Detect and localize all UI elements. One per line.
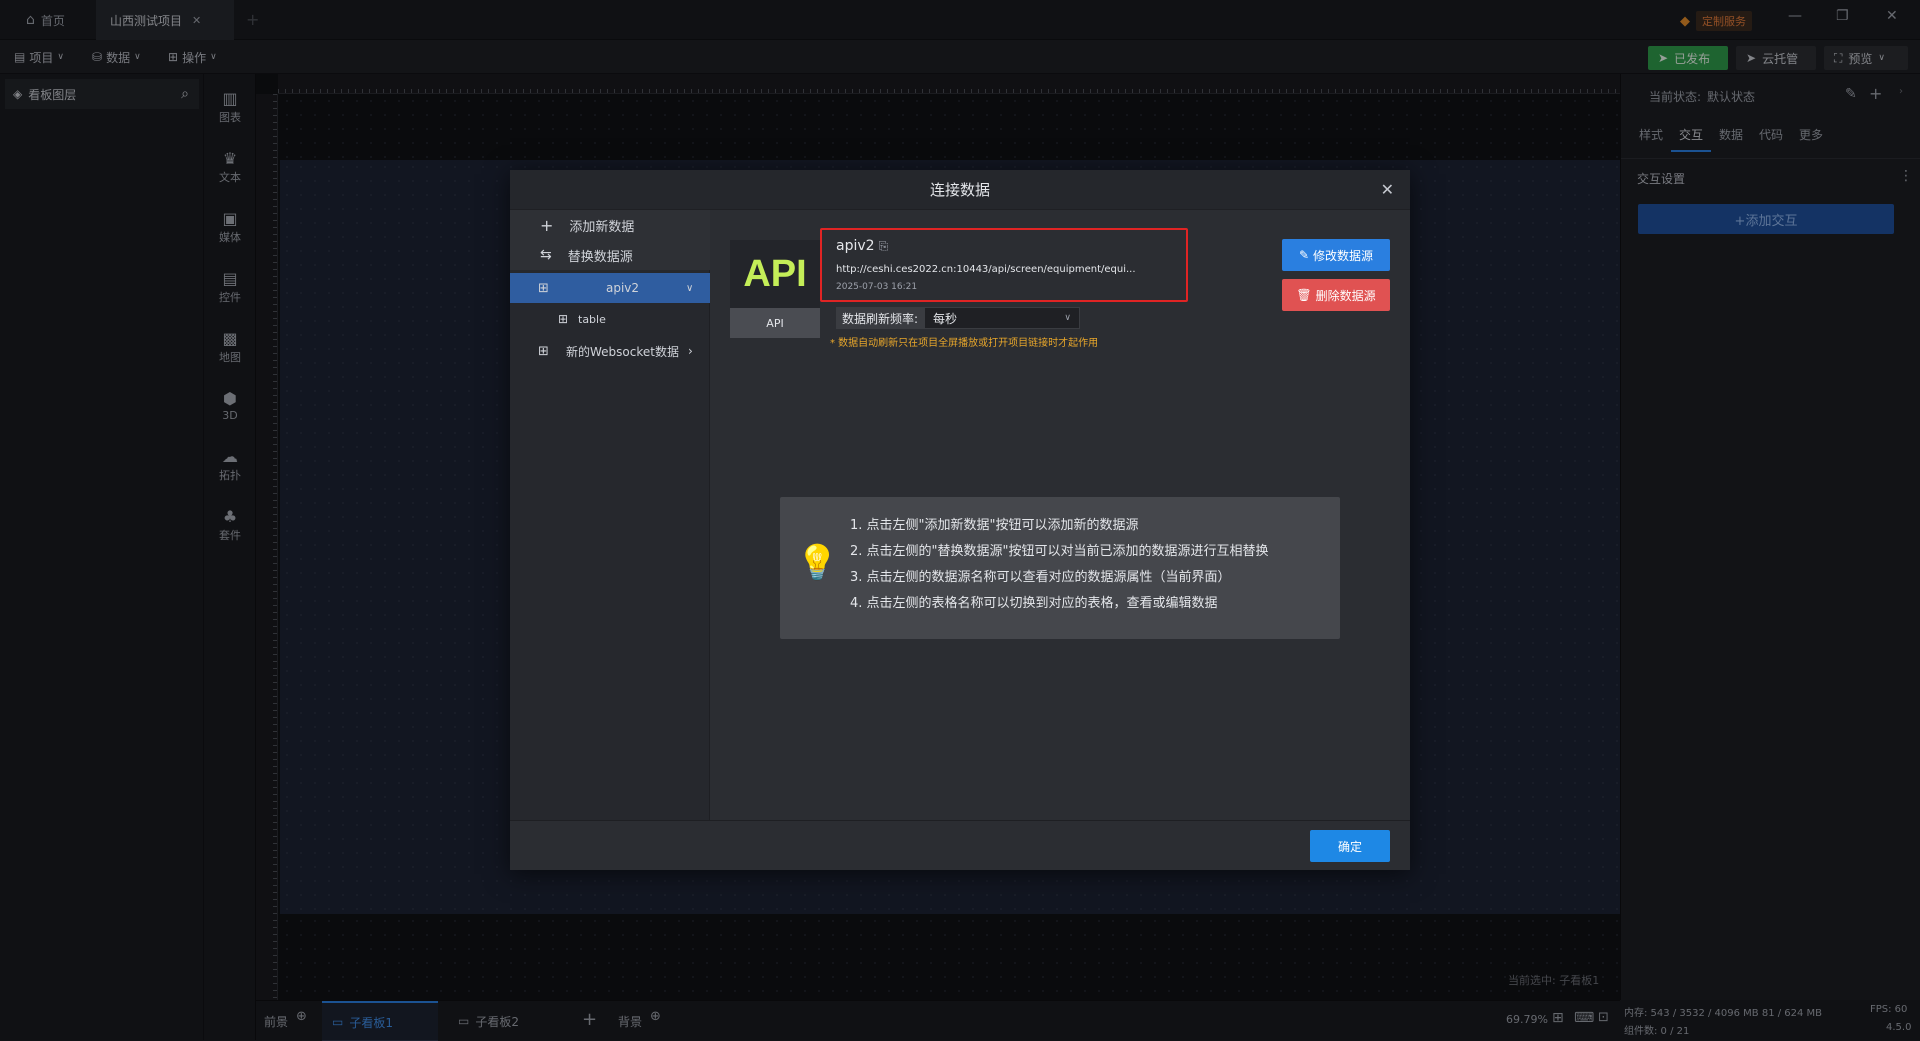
replace-source-button[interactable]: ⇆ 替换数据源 (510, 240, 710, 270)
pencil-icon: ✎ (1298, 248, 1310, 262)
api-type-label: API (766, 316, 784, 330)
edit-source-button[interactable]: ✎ 修改数据源 (1282, 239, 1390, 271)
close-icon[interactable]: ✕ (1381, 180, 1394, 199)
dialog-title: 连接数据 (929, 181, 990, 199)
plus-icon: + (540, 215, 554, 235)
tips-box: 💡 1. 点击左侧"添加新数据"按钮可以添加新的数据源 2. 点击左侧的"替换数… (780, 497, 1340, 639)
ok-button[interactable]: 确定 (1310, 830, 1390, 862)
table-icon: ⊞ (538, 343, 549, 359)
source-url: http://ceshi.ces2022.cn:10443/api/screen… (836, 264, 1136, 275)
add-new-data-button[interactable]: + 添加新数据 (510, 210, 710, 240)
api-type-tag: API (730, 308, 820, 338)
source-name: 新的Websocket数据 (566, 344, 679, 359)
dialog-footer (510, 820, 1410, 870)
add-new-data-label: 添加新数据 (569, 219, 635, 235)
chevron-down-icon: ∨ (686, 282, 694, 294)
swap-icon: ⇆ (540, 247, 552, 263)
tip-item: 4. 点击左侧的表格名称可以切换到对应的表格，查看或编辑数据 (850, 596, 1218, 611)
replace-source-label: 替换数据源 (567, 249, 633, 265)
data-source-sidebar: + 添加新数据 ⇆ 替换数据源 ⊞ apiv2 ∨ ⊞ table ⊞ 新的We… (510, 210, 710, 820)
edit-source-label: 修改数据源 (1313, 248, 1374, 263)
refresh-rate-label: 数据刷新频率: (836, 307, 925, 329)
delete-source-label: 删除数据源 (1315, 288, 1376, 303)
tip-item: 2. 点击左侧的"替换数据源"按钮可以对当前已添加的数据源进行互相替换 (850, 544, 1269, 559)
source-info-highlight: apiv2 ⎘ http://ceshi.ces2022.cn:10443/ap… (820, 228, 1188, 302)
chevron-right-icon: › (688, 344, 693, 358)
delete-source-button[interactable]: 🗑 删除数据源 (1282, 279, 1390, 311)
chevron-down-icon: ∨ (1064, 313, 1071, 323)
api-logo: API (730, 240, 820, 308)
table-item-table[interactable]: ⊞ table (510, 304, 710, 334)
refresh-note: * 数据自动刷新只在项目全屏播放或打开项目链接时才起作用 (830, 338, 1099, 349)
connect-data-dialog: 连接数据 ✕ + 添加新数据 ⇆ 替换数据源 ⊞ apiv2 ∨ ⊞ table… (510, 170, 1410, 870)
refresh-rate-select[interactable]: 每秒 ∨ (924, 307, 1080, 329)
ok-button-label: 确定 (1337, 839, 1362, 854)
tips-list: 1. 点击左侧"添加新数据"按钮可以添加新的数据源 2. 点击左侧的"替换数据源… (850, 513, 1269, 617)
table-name: table (578, 312, 606, 326)
tip-item: 1. 点击左侧"添加新数据"按钮可以添加新的数据源 (850, 518, 1139, 533)
lightbulb-icon: 💡 (796, 543, 839, 583)
source-item-websocket[interactable]: ⊞ 新的Websocket数据 › (510, 336, 710, 366)
tip-item: 3. 点击左侧的数据源名称可以查看对应的数据源属性（当前界面） (850, 570, 1231, 585)
source-timestamp: 2025-07-03 16:21 (836, 282, 918, 292)
source-title: apiv2 (836, 238, 875, 254)
source-name: apiv2 (606, 281, 640, 295)
source-item-apiv2[interactable]: ⊞ apiv2 ∨ (510, 273, 710, 303)
copy-icon[interactable]: ⎘ (879, 239, 889, 254)
table-icon: ⊞ (558, 312, 569, 326)
dialog-header: 连接数据 (510, 170, 1410, 210)
trash-icon: 🗑 (1296, 288, 1312, 302)
api-logo-text: API (743, 252, 807, 295)
refresh-rate-value: 每秒 (933, 311, 958, 326)
table-icon: ⊞ (538, 280, 549, 296)
